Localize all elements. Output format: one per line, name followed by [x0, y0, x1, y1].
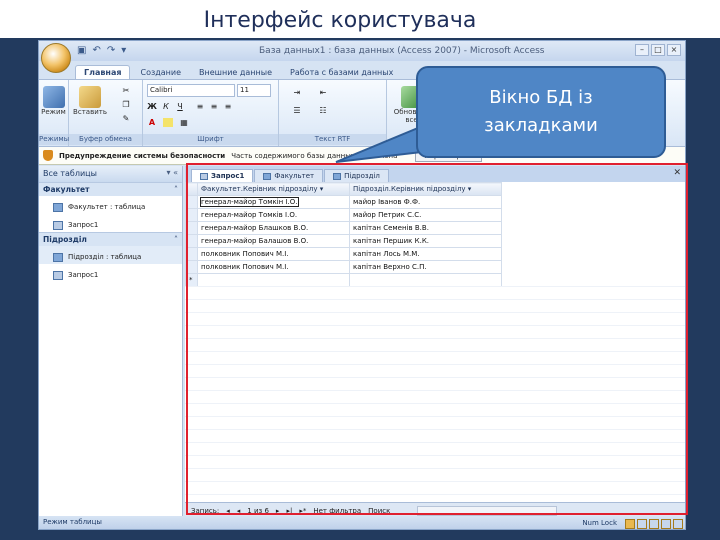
font-group-label: Шрифт — [143, 134, 278, 145]
sql-view-icon[interactable] — [661, 518, 671, 529]
callout-line-1: Вікно БД із — [489, 87, 593, 108]
table-icon — [53, 202, 63, 212]
title-bar: ▣ ↶ ↷ ▾ База данных1 : база данных (Acce… — [39, 41, 685, 73]
font-size-select[interactable]: 11 — [237, 84, 271, 97]
pivot-chart-icon[interactable] — [649, 518, 659, 529]
italic-button[interactable]: К — [161, 102, 171, 111]
font-name-select[interactable]: Calibri — [147, 84, 235, 97]
nav-section-faculty[interactable]: Факультет ˄ — [39, 182, 182, 196]
chevron-up-icon[interactable]: ˄ — [174, 185, 178, 194]
font-group: Calibri 11 Ж К Ч ≡ ≡ ≡ A ▦ Шрифт — [143, 80, 279, 146]
tab-database-tools[interactable]: Работа с базами данных — [282, 66, 401, 79]
save-icon[interactable]: ▣ — [77, 45, 86, 56]
close-button[interactable]: × — [667, 44, 681, 56]
paste-icon[interactable] — [79, 86, 101, 108]
slide-title: Інтерфейс користувача — [203, 8, 477, 33]
clipboard-group-label: Буфер обмена — [69, 134, 142, 145]
design-view-icon[interactable] — [673, 518, 683, 529]
window-controls: – □ × — [635, 44, 681, 56]
nav-pane-header[interactable]: Все таблицы ▾ « — [39, 166, 182, 182]
redo-icon[interactable]: ↷ — [107, 45, 115, 56]
status-right: Num Lock — [582, 517, 683, 529]
indent-icon[interactable]: ⇥ — [287, 88, 307, 97]
cut-icon[interactable]: ✂ — [121, 86, 131, 95]
views-group: Режим Режимы — [39, 80, 69, 146]
views-group-label: Режимы — [39, 134, 70, 145]
query-icon — [53, 270, 63, 280]
bullets-icon[interactable]: ☰ — [287, 106, 307, 115]
underline-button[interactable]: Ч — [175, 102, 185, 111]
tab-create[interactable]: Создание — [132, 66, 189, 79]
quick-access-toolbar: ▣ ↶ ↷ ▾ — [77, 45, 126, 56]
nav-section-subdivision[interactable]: Підрозділ ˄ — [39, 232, 182, 246]
security-warning-title: Предупреждение системы безопасности — [59, 151, 226, 160]
pivot-table-icon[interactable] — [637, 518, 647, 529]
view-icon[interactable] — [42, 86, 65, 108]
nav-item-faculty-table[interactable]: Факультет : таблица — [39, 196, 182, 214]
callout-line-2: закладками — [484, 115, 598, 136]
chevron-up-icon[interactable]: ˄ — [174, 235, 178, 244]
navigation-pane: Все таблицы ▾ « Факультет ˄ Факультет : … — [39, 166, 183, 518]
clipboard-group: Вставить ✂ ❐ ✎ Буфер обмена — [69, 80, 143, 146]
right-side-panel — [686, 38, 720, 540]
tab-home[interactable]: Главная — [75, 65, 131, 79]
format-painter-icon[interactable]: ✎ — [121, 114, 131, 123]
query-icon — [53, 220, 63, 230]
nav-item-label: Запрос1 — [68, 221, 99, 229]
undo-icon[interactable]: ↶ — [92, 45, 100, 56]
view-button-label: Режим — [41, 108, 66, 116]
numbering-icon[interactable]: ☷ — [313, 106, 333, 115]
paste-button-label: Вставить — [73, 108, 107, 116]
nav-section-label: Підрозділ — [43, 235, 87, 244]
font-color-icon[interactable]: A — [147, 118, 157, 127]
nav-item-query1[interactable]: Запрос1 — [39, 214, 182, 232]
shield-icon — [43, 150, 53, 161]
highlight-icon[interactable] — [163, 118, 173, 127]
bottom-band — [0, 530, 720, 540]
security-warning-text: Часть содержимого базы данных отключена — [231, 151, 398, 160]
highlight-frame — [186, 163, 688, 515]
rtf-group: ⇥ ⇤ ☰ ☷ Текст RTF — [279, 80, 387, 146]
copy-icon[interactable]: ❐ — [121, 100, 131, 109]
align-right-icon[interactable]: ≡ — [223, 102, 233, 111]
nav-item-query1-sub[interactable]: Запрос1 — [39, 264, 182, 282]
outdent-icon[interactable]: ⇤ — [313, 88, 333, 97]
tab-external-data[interactable]: Внешние данные — [191, 66, 280, 79]
annotation-callout: Вікно БД із закладками — [416, 66, 666, 158]
office-button[interactable] — [41, 43, 71, 73]
table-icon — [53, 252, 63, 262]
nav-item-subdivision-table[interactable]: Підрозділ : таблица — [39, 246, 182, 264]
gridlines-icon[interactable]: ▦ — [179, 118, 189, 127]
bold-button[interactable]: Ж — [147, 102, 157, 111]
align-left-icon[interactable]: ≡ — [195, 102, 205, 111]
window-title: База данных1 : база данных (Access 2007)… — [259, 46, 545, 56]
datasheet-view-icon[interactable] — [625, 518, 635, 529]
status-bar: Режим таблицы Num Lock — [39, 516, 685, 529]
nav-item-label: Підрозділ : таблица — [68, 253, 142, 261]
nav-pane-title: Все таблицы — [43, 169, 97, 178]
align-center-icon[interactable]: ≡ — [209, 102, 219, 111]
left-side-panel — [0, 38, 38, 540]
num-lock-indicator: Num Lock — [582, 519, 617, 527]
qat-dropdown-icon[interactable]: ▾ — [121, 45, 126, 56]
nav-item-label: Факультет : таблица — [68, 203, 146, 211]
maximize-button[interactable]: □ — [651, 44, 665, 56]
nav-section-label: Факультет — [43, 185, 90, 194]
rtf-group-label: Текст RTF — [279, 134, 386, 145]
nav-item-label: Запрос1 — [68, 271, 99, 279]
nav-pane-collapse-icon[interactable]: ▾ « — [167, 168, 178, 177]
status-view-text: Режим таблицы — [43, 518, 102, 526]
minimize-button[interactable]: – — [635, 44, 649, 56]
